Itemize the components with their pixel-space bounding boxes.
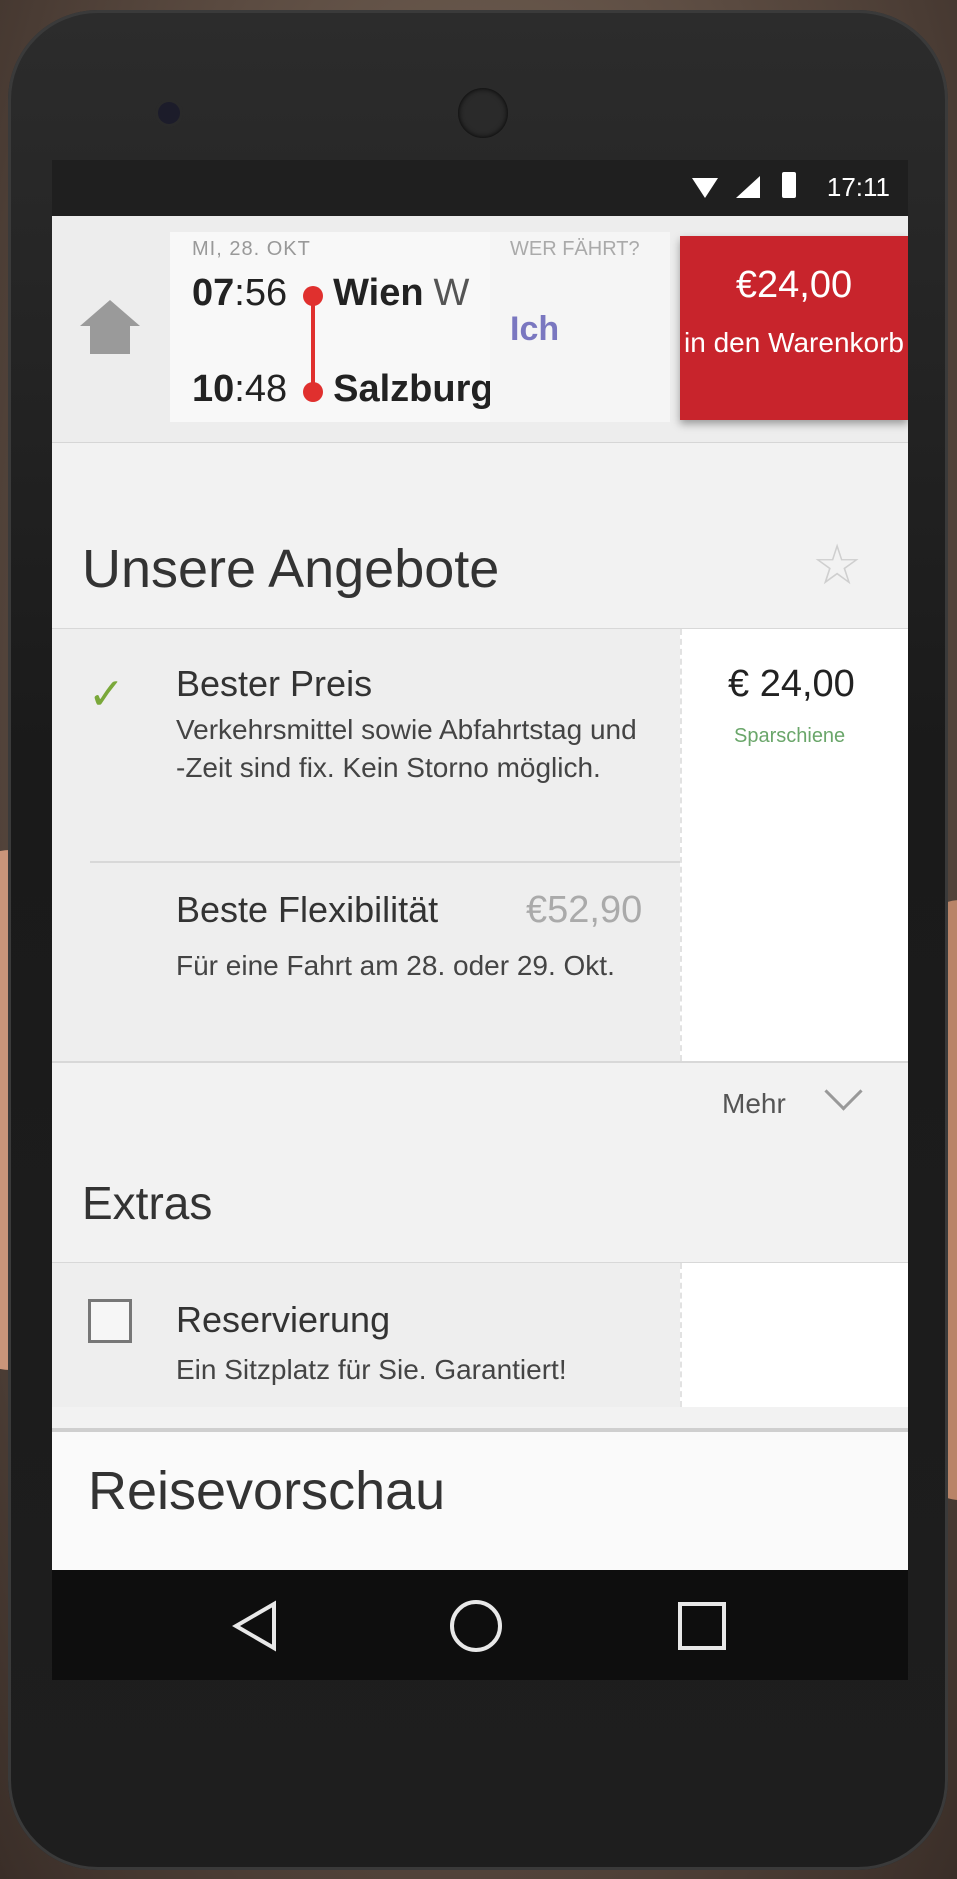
status-time: 17:11 xyxy=(826,172,890,202)
extras-title: Extras xyxy=(82,1177,213,1229)
journey-date: MI, 28. OKT xyxy=(192,238,311,260)
traveller-selector[interactable]: WER FÄHRT? Ich xyxy=(490,232,670,422)
star-icon[interactable]: ☆ xyxy=(812,532,862,598)
arrival-city: Salzburg xyxy=(333,368,490,410)
trip-header: MI, 28. OKT 07:56 Wien W 10:48 Salzburg WER… xyxy=(52,216,908,443)
more-link[interactable]: Mehr xyxy=(722,1088,786,1120)
journey-summary[interactable]: MI, 28. OKT 07:56 Wien W 10:48 Salzburg xyxy=(170,232,490,422)
battery-icon xyxy=(782,172,796,198)
offer-price[interactable]: € 24,00 xyxy=(728,663,855,706)
departure-hour: 07 xyxy=(192,272,235,314)
offer-description: Für eine Fahrt am 28. oder 29. Okt. xyxy=(176,950,615,981)
cart-label: in den Warenkorb xyxy=(684,327,904,358)
earpiece xyxy=(458,88,508,138)
wifi-icon xyxy=(692,178,718,198)
offer-title[interactable]: Bester Preis xyxy=(176,663,372,705)
departure-city-cont: W xyxy=(433,272,470,314)
offer-description: Verkehrsmittel sowie Abfahrtstag und -Ze… xyxy=(176,714,637,783)
app-screen: 17:11 MI, 28. OKT 07:56 Wien W 10:48 Salzbu… xyxy=(52,160,908,1570)
back-icon[interactable] xyxy=(228,1598,280,1654)
traveller-value: Ich xyxy=(510,310,560,348)
extras-price-column xyxy=(680,1263,908,1407)
departure-city: Wien xyxy=(333,272,424,314)
signal-icon xyxy=(736,176,760,198)
offer-tag: Sparschiene xyxy=(734,725,846,747)
trip-preview: Reisevorschau xyxy=(52,1428,908,1570)
home-icon[interactable] xyxy=(80,300,140,360)
offer-price[interactable]: €52,90 xyxy=(526,889,642,932)
android-nav-bar xyxy=(52,1570,908,1680)
arrival-hour: 10 xyxy=(192,368,235,410)
chevron-down-icon[interactable] xyxy=(824,1072,863,1111)
check-icon: ✓ xyxy=(88,670,125,719)
cart-price: €24,00 xyxy=(735,264,853,306)
offers-list: ✓ Bester Preis Verkehrsmittel sowie Abfa… xyxy=(52,628,908,1063)
home-nav-icon[interactable] xyxy=(450,1600,502,1652)
traveller-label: WER FÄHRT? xyxy=(510,238,640,260)
arrival-dot xyxy=(303,382,323,402)
departure-row: 07:56 Wien W xyxy=(192,272,469,315)
departure-minute: :56 xyxy=(234,272,288,314)
extra-description: Ein Sitzplatz für Sie. Garantiert! xyxy=(176,1354,567,1385)
extra-title[interactable]: Reservierung xyxy=(176,1299,390,1341)
offer-divider xyxy=(90,861,680,863)
preview-title: Reisevorschau xyxy=(88,1461,446,1521)
offers-title: Unsere Angebote xyxy=(82,539,500,599)
arrival-minute: :48 xyxy=(234,368,288,410)
extras-list: Reservierung Ein Sitzplatz für Sie. Gara… xyxy=(52,1262,908,1407)
status-bar: 17:11 xyxy=(52,160,908,216)
add-to-cart-button[interactable]: €24,00 in den Warenkorb xyxy=(680,236,908,420)
front-camera xyxy=(158,102,180,124)
arrival-row: 10:48 Salzburg xyxy=(192,368,490,411)
recents-icon[interactable] xyxy=(678,1602,726,1650)
offer-title[interactable]: Beste Flexibilität xyxy=(176,889,438,931)
checkbox-icon[interactable] xyxy=(88,1299,132,1343)
